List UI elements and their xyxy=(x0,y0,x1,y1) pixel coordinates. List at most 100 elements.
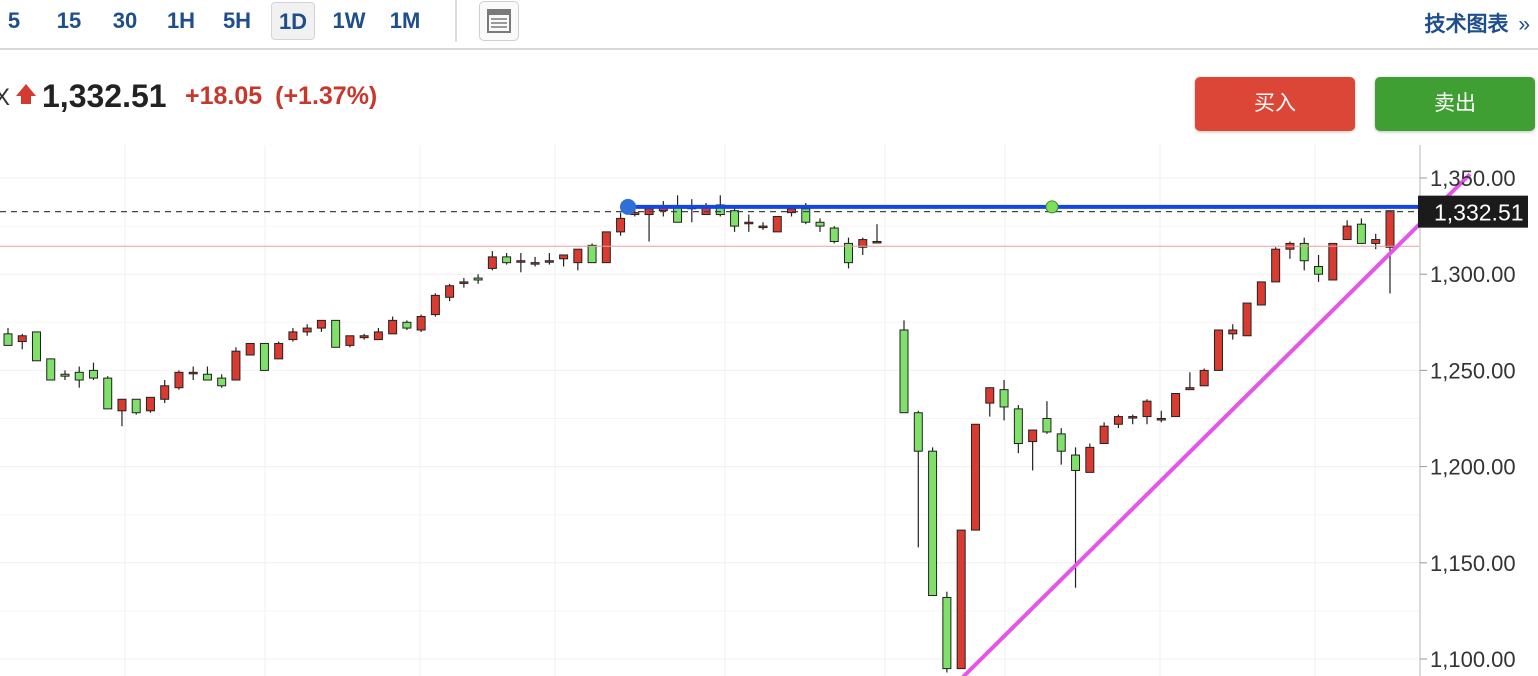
candle xyxy=(459,278,469,288)
candle-body-down xyxy=(60,373,70,377)
candle-body-up xyxy=(544,260,554,263)
axis-tick-label: 1,250.00 xyxy=(1430,358,1516,383)
candle xyxy=(1013,405,1023,454)
candle xyxy=(844,237,854,269)
candle xyxy=(74,366,84,388)
candle-body-down xyxy=(46,358,56,381)
candle-body-down xyxy=(815,221,825,227)
layout-button[interactable] xyxy=(479,1,519,41)
candle xyxy=(302,324,312,336)
candle-body-down xyxy=(331,319,341,348)
candle xyxy=(1128,414,1138,425)
candle xyxy=(174,370,184,390)
candle xyxy=(1242,302,1252,337)
candle-body-down xyxy=(473,277,483,281)
candle xyxy=(1156,410,1166,423)
candle-body-up xyxy=(573,248,583,264)
up-arrow-icon-stem xyxy=(21,95,31,104)
candle-body-up xyxy=(1256,281,1266,306)
candle xyxy=(1328,242,1338,281)
timeframe-15m-button[interactable]: 15 xyxy=(52,2,86,40)
candle-body-up xyxy=(388,319,398,335)
candle xyxy=(331,319,341,348)
candle-body-up xyxy=(188,371,198,375)
current-price-tag-label: 1,332.51 xyxy=(1434,200,1524,226)
candle-body-up xyxy=(1242,302,1252,337)
price-change-value: +18.05 xyxy=(185,82,263,110)
candle-body-down xyxy=(899,329,909,414)
candle xyxy=(445,283,455,302)
candle xyxy=(999,380,1009,421)
timeframe-5m-button[interactable]: 5 xyxy=(4,2,24,40)
candle xyxy=(402,320,412,330)
candle xyxy=(316,319,326,332)
candle-body-up xyxy=(316,319,326,329)
candle xyxy=(1371,233,1381,250)
candle-body-up xyxy=(302,327,312,333)
timeframe-1w-button[interactable]: 1W xyxy=(328,2,370,40)
candle-body-up xyxy=(459,281,469,284)
axis-tick-label: 1,150.00 xyxy=(1430,551,1516,576)
price-axis: 1,332.51 1,100.00 1,150.00 1,200.00 1,250.00… xyxy=(1418,145,1528,676)
trend-line-drawing xyxy=(961,172,1472,676)
candle xyxy=(188,366,198,381)
candle-body-up xyxy=(1342,225,1352,241)
candle-body-up xyxy=(160,385,170,400)
buy-button[interactable]: 买入 xyxy=(1195,77,1355,131)
candle xyxy=(956,529,966,670)
candlestick-chart[interactable]: 1,332.51 1,100.00 1,150.00 1,200.00 1,250.00… xyxy=(0,145,1538,676)
candle-body-up xyxy=(430,294,440,316)
candle xyxy=(88,362,98,381)
tech-chart-link[interactable]: 技术图表 » xyxy=(1424,8,1530,38)
timeframe-30m-button[interactable]: 30 xyxy=(107,2,143,40)
candle xyxy=(573,248,583,271)
candle-body-up xyxy=(1185,387,1195,391)
candle-body-up xyxy=(17,335,27,343)
candle-body-up xyxy=(744,221,754,225)
candle-body-up xyxy=(1171,392,1181,418)
candle-body-down xyxy=(829,227,839,242)
axis-tick-label: 1,200.00 xyxy=(1430,455,1516,480)
candle-body-up xyxy=(1113,416,1123,425)
sell-button[interactable]: 卖出 xyxy=(1375,77,1535,131)
candle-body-up xyxy=(956,529,966,670)
candle-body-up xyxy=(1371,239,1381,244)
candle-body-down xyxy=(259,342,269,371)
candle xyxy=(473,274,483,284)
candle-body-down xyxy=(217,377,227,387)
candle-body-up xyxy=(1028,429,1038,443)
candle-body-down xyxy=(1013,408,1023,445)
candle-body-up xyxy=(345,335,355,346)
timeframe-1h-button[interactable]: 1H xyxy=(163,2,199,40)
candle xyxy=(416,314,426,332)
timeframe-1m-button[interactable]: 1M xyxy=(384,2,426,40)
candle-body-down xyxy=(587,244,597,264)
candle-body-up xyxy=(1328,242,1338,281)
timeframe-1d-button[interactable]: 1D xyxy=(271,2,315,40)
chart-grid xyxy=(0,145,1420,676)
candle xyxy=(530,256,540,267)
candle xyxy=(1099,422,1109,445)
candle-body-down xyxy=(402,321,412,329)
candle-body-up xyxy=(174,371,184,389)
candle xyxy=(487,251,497,271)
candle xyxy=(1085,443,1095,473)
candle xyxy=(131,398,141,415)
candle xyxy=(1285,241,1295,259)
candle-body-down xyxy=(913,412,923,452)
candle xyxy=(288,328,298,342)
symbol-prefix: X xyxy=(0,84,11,111)
tech-chart-label: 技术图表 xyxy=(1424,13,1509,36)
candle xyxy=(46,358,56,381)
timeframe-5h-button[interactable]: 5H xyxy=(218,2,256,40)
candle-body-down xyxy=(1356,223,1366,244)
candle xyxy=(942,591,952,673)
candle xyxy=(1199,368,1209,387)
candle xyxy=(829,226,839,244)
candle xyxy=(1299,237,1309,271)
candle-body-up xyxy=(772,215,782,233)
candle-body-down xyxy=(202,373,212,381)
candle xyxy=(730,204,740,232)
candle-body-down xyxy=(673,206,683,223)
candle xyxy=(516,253,526,273)
